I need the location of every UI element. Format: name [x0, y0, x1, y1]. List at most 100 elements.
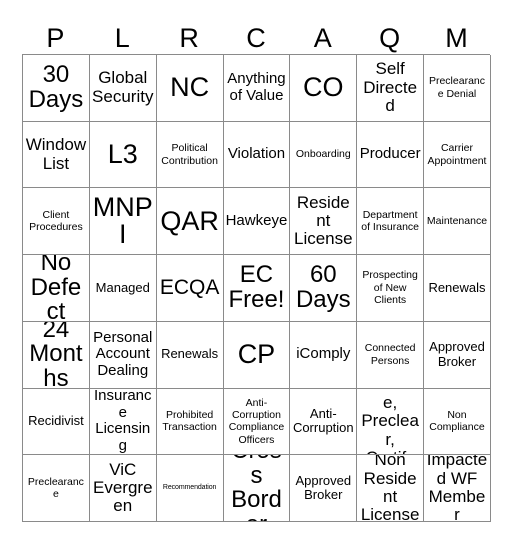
bingo-cell-label: EC Free! [228, 261, 285, 313]
bingo-cell-label: CP [237, 339, 276, 370]
bingo-cell-p6[interactable]: Recidivist [23, 388, 90, 456]
bingo-cell-r1[interactable]: NC [156, 55, 224, 122]
bingo-cell-label: Cross Border [231, 455, 282, 521]
bingo-cell-c3[interactable]: Hawkeye [223, 188, 291, 256]
bingo-cell-p3[interactable]: Client Procedures [23, 188, 90, 256]
bingo-cell-label: iComply [296, 345, 351, 363]
bingo-row: Recidivist Insurance Licensing Prohibited … [23, 388, 491, 456]
bingo-cell-c2[interactable]: Violation [223, 121, 291, 189]
bingo-cell-l6[interactable]: Insurance Licensing [89, 388, 157, 456]
bingo-cell-l1[interactable]: Global Security [89, 55, 157, 122]
bingo-cell-label: Recidivist [28, 413, 84, 429]
bingo-column-header-l: L [89, 10, 156, 54]
bingo-row: Window List L3 Political Contribution Viola… [23, 121, 491, 189]
bingo-cell-q1[interactable]: Self Directed [357, 55, 425, 122]
bingo-cell-label: CO [303, 72, 344, 103]
bingo-cell-label: 60 Days [295, 261, 351, 313]
bingo-cell-m6[interactable]: Non Compliance [424, 388, 491, 456]
bingo-cell-a2[interactable]: Onboarding [290, 121, 358, 189]
bingo-cell-c4[interactable]: EC Free! [223, 255, 291, 322]
bingo-cell-q5[interactable]: Connected Persons [357, 321, 425, 389]
bingo-grid: 30 Days Global Security NC Anything of Valu… [22, 54, 491, 522]
bingo-cell-label: Political Contribution [161, 142, 218, 167]
bingo-cell-label: Department of Insurance [361, 208, 420, 234]
bingo-cell-a3[interactable]: Resident License [290, 188, 358, 256]
bingo-cell-m5[interactable]: Approved Broker [424, 321, 491, 389]
bingo-cell-l4[interactable]: Managed [89, 255, 157, 322]
bingo-cell-label: NC [170, 72, 210, 103]
bingo-column-header-c: C [223, 10, 290, 54]
bingo-cell-label: L3 [107, 139, 138, 170]
bingo-cell-m2[interactable]: Carrier Appointment [424, 121, 491, 189]
bingo-cell-l2[interactable]: L3 [89, 121, 157, 189]
bingo-cell-label: Renewals [428, 279, 486, 295]
bingo-cell-label: ViC Evergreen [93, 459, 153, 516]
bingo-cell-q4[interactable]: Prospecting of New Clients [357, 255, 425, 322]
bingo-cell-q6[interactable]: Disclose, Preclear, Certify [357, 388, 425, 456]
bingo-cell-l7[interactable]: ViC Evergreen [89, 455, 157, 522]
bingo-cell-r5[interactable]: Renewals [156, 321, 224, 389]
bingo-cell-r6[interactable]: Prohibited Transaction [156, 388, 224, 456]
bingo-cell-label: Self Directed [363, 59, 418, 116]
bingo-cell-label: ECQA [159, 276, 220, 300]
bingo-cell-a5[interactable]: iComply [290, 321, 358, 389]
bingo-cell-m7[interactable]: Impacted WF Member [424, 455, 491, 522]
bingo-cell-p2[interactable]: Window List [23, 121, 90, 189]
bingo-column-header-letter: L [114, 23, 130, 53]
bingo-cell-label: Resident License [293, 192, 353, 249]
bingo-row: 30 Days Global Security NC Anything of Valu… [23, 55, 491, 122]
bingo-cell-label: Non Resident License [360, 455, 420, 522]
bingo-cell-label: Hawkeye [225, 212, 288, 229]
bingo-cell-a1[interactable]: CO [290, 55, 358, 122]
bingo-cell-label: Maintenance [426, 215, 488, 228]
bingo-cell-label: Preclearance Denial [428, 75, 485, 100]
bingo-cell-m4[interactable]: Renewals [424, 255, 491, 322]
bingo-cell-label: Impacted WF Member [426, 455, 488, 522]
bingo-cell-label: Carrier Appointment [427, 142, 487, 167]
bingo-cell-m3[interactable]: Maintenance [424, 188, 491, 256]
bingo-cell-q7[interactable]: Non Resident License [357, 455, 425, 522]
bingo-cell-c5[interactable]: CP [223, 321, 291, 389]
bingo-cell-a4[interactable]: 60 Days [290, 255, 358, 322]
bingo-row: Client Procedures MNPI QAR Hawkeye Resident … [23, 188, 491, 256]
bingo-cell-label: Onboarding [295, 148, 351, 161]
bingo-column-header-m: M [423, 10, 490, 54]
bingo-cell-p1[interactable]: 30 Days [23, 55, 90, 122]
bingo-column-headers: PLRCAQM [22, 10, 490, 54]
bingo-cell-c6[interactable]: Anti-Corruption Compliance Officers [223, 388, 291, 456]
bingo-cell-label: Non Compliance [429, 408, 485, 434]
bingo-cell-r2[interactable]: Political Contribution [156, 121, 224, 189]
bingo-column-header-letter: Q [379, 23, 401, 53]
bingo-column-header-p: P [22, 10, 89, 54]
bingo-cell-p7[interactable]: Preclearance [23, 455, 90, 522]
bingo-cell-r4[interactable]: ECQA [156, 255, 224, 322]
bingo-cell-label: Client Procedures [29, 208, 83, 234]
bingo-cell-q2[interactable]: Producer [357, 121, 425, 189]
bingo-cell-label: Approved Broker [429, 339, 485, 369]
bingo-cell-m1[interactable]: Preclearance Denial [424, 55, 491, 122]
bingo-cell-label: Renewals [161, 346, 219, 362]
bingo-row: No Defect Managed ECQA EC Free! 60 Days Prosp… [23, 255, 491, 322]
bingo-cell-l3[interactable]: MNPI [89, 188, 157, 256]
bingo-cell-label: 30 Days [28, 61, 84, 113]
bingo-column-header-r: R [156, 10, 223, 54]
bingo-cell-a6[interactable]: Anti-Corruption [290, 388, 358, 456]
bingo-cell-q3[interactable]: Department of Insurance [357, 188, 425, 256]
bingo-cell-label: Managed [95, 279, 150, 295]
bingo-cell-r7[interactable]: Recommendation [156, 455, 224, 522]
bingo-card: P L R C A Q M 30 Days Global Security NC Anything… [22, 10, 491, 522]
bingo-cell-a7[interactable]: Approved Broker [290, 455, 358, 522]
bingo-cell-p4[interactable]: No Defect [23, 255, 90, 322]
bingo-cell-r3[interactable]: QAR [156, 188, 224, 256]
bingo-cell-label: Insurance Licensing [93, 388, 152, 454]
bingo-cell-p5[interactable]: 24 Months [23, 321, 90, 389]
bingo-cell-label: Violation [227, 145, 286, 163]
bingo-cell-label: Anti-Corruption Compliance Officers [228, 396, 285, 446]
bingo-column-header-letter: P [46, 23, 65, 53]
bingo-cell-l5[interactable]: Personal Account Dealing [89, 321, 157, 389]
bingo-row: Preclearance ViC Evergreen Recommendation C… [23, 455, 491, 522]
bingo-cell-c1[interactable]: Anything of Value [223, 55, 291, 122]
bingo-row: 24 Months Personal Account Dealing Renewal… [23, 321, 491, 389]
bingo-column-header-q: Q [356, 10, 423, 54]
bingo-cell-c7[interactable]: Cross Border [223, 455, 291, 522]
